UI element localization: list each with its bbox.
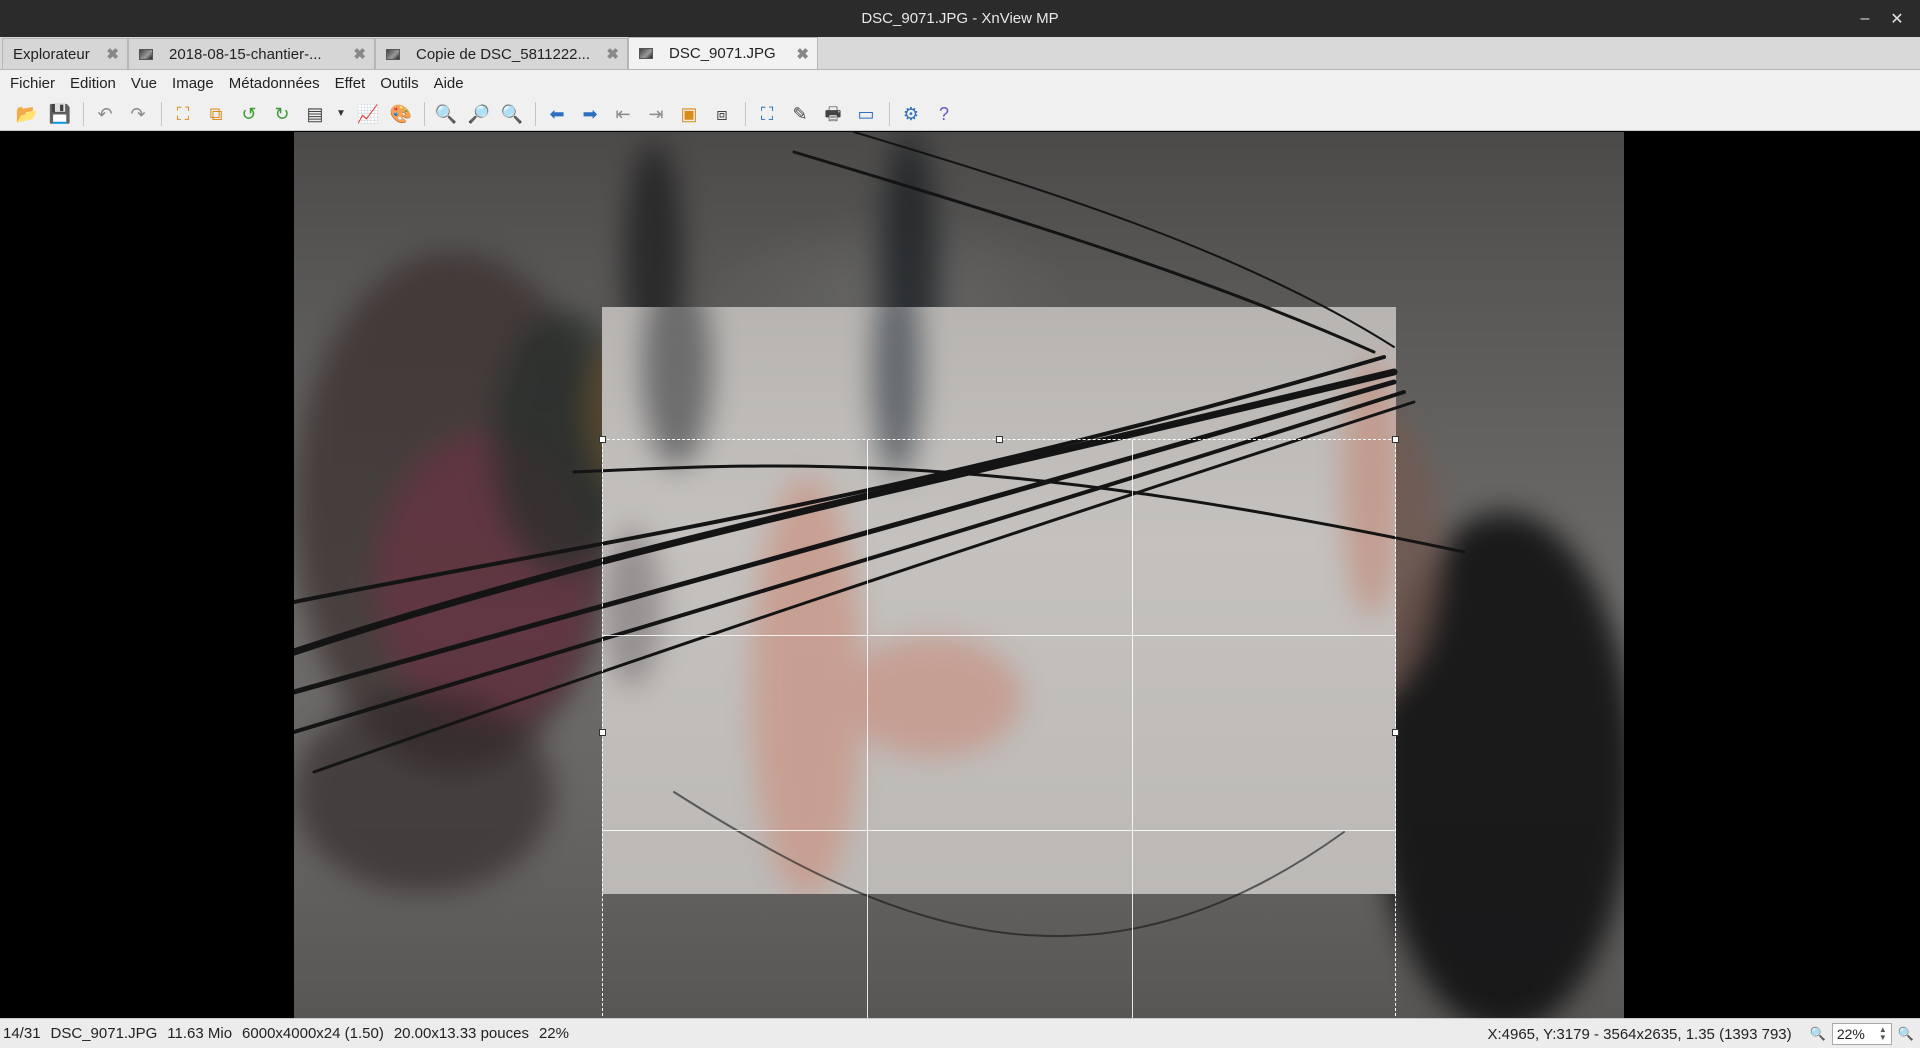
image-thumbnail-icon bbox=[386, 48, 400, 60]
crop-handle-left[interactable] bbox=[599, 729, 606, 736]
slideshow-icon[interactable]: ▣ bbox=[676, 101, 702, 127]
capture-icon[interactable]: ▭ bbox=[853, 101, 879, 127]
compare-icon[interactable]: ⧈ bbox=[709, 101, 735, 127]
edit-icon[interactable]: ✎ bbox=[787, 101, 813, 127]
toolbar-separator bbox=[535, 101, 536, 126]
zoom-out-icon[interactable]: 🔍 bbox=[499, 101, 525, 127]
undo-icon[interactable]: ↶ bbox=[92, 101, 118, 127]
zoom-in-icon[interactable]: 🔍 bbox=[433, 101, 459, 127]
levels-icon[interactable]: 📈 bbox=[355, 101, 381, 127]
status-filesize: 11.63 Mio bbox=[167, 1025, 233, 1042]
rotate-right-icon[interactable]: ↻ bbox=[269, 101, 295, 127]
crop-grid-line bbox=[603, 635, 1395, 636]
zoom-value: 22% bbox=[1836, 1026, 1865, 1042]
status-bar: 14/31 DSC_9071.JPG 11.63 Mio 6000x4000x2… bbox=[0, 1018, 1920, 1048]
toolbar-separator bbox=[745, 101, 746, 126]
toolbar-separator bbox=[889, 101, 890, 126]
adjust-icon[interactable]: ▤ bbox=[302, 101, 328, 127]
crop-handle-top-right[interactable] bbox=[1392, 436, 1399, 443]
toolbar-separator bbox=[424, 101, 425, 126]
status-dimensions: 6000x4000x24 (1.50) bbox=[242, 1025, 384, 1042]
fullscreen-icon[interactable]: ⛶ bbox=[754, 101, 780, 127]
tab-copie[interactable]: Copie de DSC_5811222... ✖ bbox=[375, 38, 628, 69]
status-index: 14/31 bbox=[3, 1025, 41, 1042]
tab-close-icon[interactable]: ✖ bbox=[339, 45, 366, 63]
zoom-combobox[interactable]: 22% ▲ ▼ bbox=[1831, 1023, 1892, 1045]
dropdown-arrow-icon[interactable]: ▼ bbox=[335, 101, 347, 127]
toolbar-separator bbox=[83, 101, 84, 126]
status-print-size: 20.00x13.33 pouces bbox=[393, 1025, 529, 1042]
minimize-button[interactable]: – bbox=[1850, 0, 1880, 37]
crop-handle-top[interactable] bbox=[996, 436, 1003, 443]
menu-image[interactable]: Image bbox=[172, 75, 214, 92]
tab-chantier[interactable]: 2018-08-15-chantier-... ✖ bbox=[128, 38, 375, 69]
crop-selection[interactable] bbox=[599, 436, 1399, 1018]
image-thumbnail-icon bbox=[139, 48, 153, 60]
redo-icon[interactable]: ↷ bbox=[125, 101, 151, 127]
image-viewer[interactable] bbox=[0, 132, 1920, 1018]
tab-dsc-9071[interactable]: DSC_9071.JPG ✖ bbox=[628, 37, 818, 69]
toolbar: 📂 💾 ↶ ↷ ⛶ ⧉ ↺ ↻ ▤ ▼ 📈 🎨 🔍 🔎 🔍 ⬅ ➡ ⇤ ⇥ ▣ … bbox=[0, 97, 1920, 131]
menu-bar: Fichier Edition Vue Image Métadonnées Ef… bbox=[0, 70, 1920, 97]
menu-vue[interactable]: Vue bbox=[131, 75, 157, 92]
tab-label: DSC_9071.JPG bbox=[669, 45, 776, 62]
tab-explorateur[interactable]: Explorateur ✖ bbox=[2, 38, 128, 69]
crop-handle-top-left[interactable] bbox=[599, 436, 606, 443]
crop-icon[interactable]: ⛶ bbox=[170, 101, 196, 127]
image-thumbnail-icon bbox=[639, 48, 653, 59]
rotate-left-icon[interactable]: ↺ bbox=[236, 101, 262, 127]
status-coordinates: X:4965, Y:3179 - 3564x2635, 1.35 (1393 7… bbox=[1487, 1025, 1792, 1043]
settings-icon[interactable]: ⚙ bbox=[898, 101, 924, 127]
last-icon[interactable]: ⇥ bbox=[643, 101, 669, 127]
tab-label: 2018-08-15-chantier-... bbox=[169, 45, 322, 63]
menu-aide[interactable]: Aide bbox=[434, 75, 464, 92]
tab-close-icon[interactable]: ✖ bbox=[592, 45, 619, 63]
menu-edition[interactable]: Edition bbox=[70, 75, 116, 92]
open-folder-icon[interactable]: 📂 bbox=[14, 101, 40, 127]
color-balance-icon[interactable]: 🎨 bbox=[388, 101, 414, 127]
menu-fichier[interactable]: Fichier bbox=[10, 75, 55, 92]
window-titlebar: DSC_9071.JPG - XnView MP – ✕ bbox=[0, 0, 1920, 37]
status-zoom: 22% bbox=[538, 1025, 569, 1042]
crop-grid-line bbox=[603, 830, 1395, 831]
crop-handle-right[interactable] bbox=[1392, 729, 1399, 736]
tab-close-icon[interactable]: ✖ bbox=[782, 45, 809, 63]
tab-close-icon[interactable]: ✖ bbox=[92, 45, 119, 63]
tab-label: Copie de DSC_5811222... bbox=[416, 45, 591, 63]
first-icon[interactable]: ⇤ bbox=[610, 101, 636, 127]
next-icon[interactable]: ➡ bbox=[577, 101, 603, 127]
menu-effet[interactable]: Effet bbox=[335, 75, 366, 92]
close-window-button[interactable]: ✕ bbox=[1882, 0, 1912, 37]
zoom-out-small-icon[interactable]: 🔍 bbox=[1810, 1026, 1826, 1042]
window-title: DSC_9071.JPG - XnView MP bbox=[861, 10, 1059, 27]
previous-icon[interactable]: ⬅ bbox=[544, 101, 570, 127]
menu-metadonnees[interactable]: Métadonnées bbox=[229, 75, 320, 92]
menu-outils[interactable]: Outils bbox=[380, 75, 418, 92]
tab-bar: Explorateur ✖ 2018-08-15-chantier-... ✖ … bbox=[0, 37, 1920, 70]
resize-icon[interactable]: ⧉ bbox=[203, 101, 229, 127]
save-icon[interactable]: 💾 bbox=[47, 101, 73, 127]
crop-grid-line bbox=[1132, 440, 1133, 1018]
print-icon[interactable]: 🖶 bbox=[820, 101, 846, 127]
tab-label: Explorateur bbox=[13, 45, 90, 63]
status-right: X:4965, Y:3179 - 3564x2635, 1.35 (1393 7… bbox=[1487, 1019, 1920, 1048]
toolbar-separator bbox=[161, 101, 162, 126]
zoom-fit-icon[interactable]: 🔎 bbox=[466, 101, 492, 127]
crop-grid-line bbox=[867, 440, 868, 1018]
status-filename: DSC_9071.JPG bbox=[50, 1025, 158, 1042]
zoom-spin-icon[interactable]: ▲ ▼ bbox=[1879, 1026, 1887, 1042]
zoom-in-small-icon[interactable]: 🔍 bbox=[1898, 1026, 1914, 1042]
help-icon[interactable]: ? bbox=[931, 101, 957, 127]
